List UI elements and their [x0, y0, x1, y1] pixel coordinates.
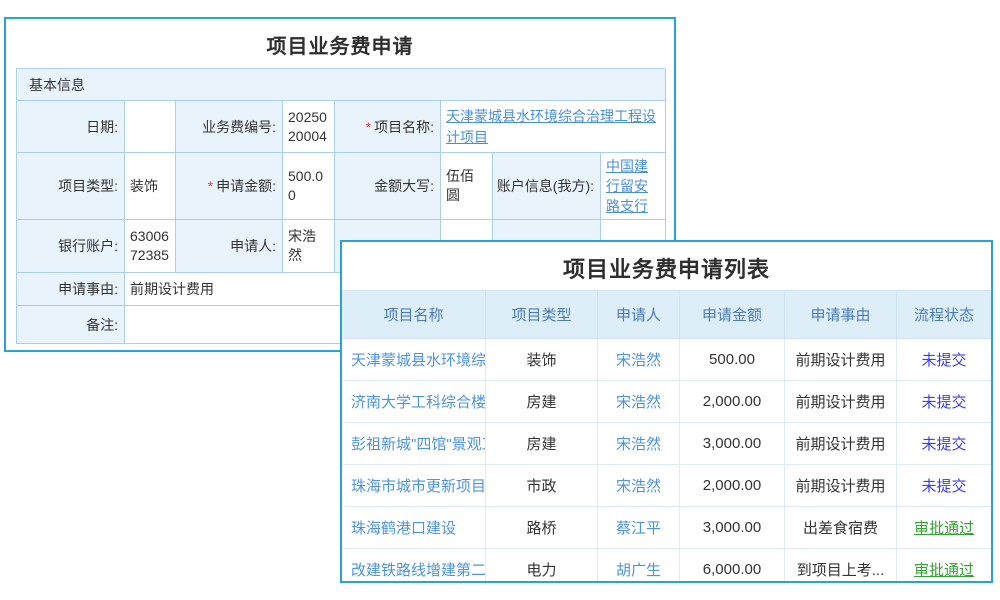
cell-amount: 2,000.00 [680, 381, 785, 422]
cell-applicant-link[interactable]: 胡广生 [598, 549, 680, 583]
cell-amount: 3,000.00 [680, 507, 785, 548]
cell-project-type: 房建 [486, 381, 598, 422]
application-list-panel: 项目业务费申请列表 项目名称 项目类型 申请人 申请金额 申请事由 流程状态 天… [340, 240, 993, 583]
table-row: 彭祖新城"四馆"景观工... 房建 宋浩然 3,000.00 前期设计费用 未提… [342, 422, 991, 464]
table-row: 珠海鹤港口建设 路桥 蔡江平 3,000.00 出差食宿费 审批通过 [342, 506, 991, 548]
cell-amount: 2,000.00 [680, 465, 785, 506]
required-mark: * [208, 178, 213, 194]
cell-amount: 6,000.00 [680, 549, 785, 583]
cell-project-name-link[interactable]: 改建铁路线增建第二... [342, 549, 486, 583]
column-header-project-name: 项目名称 [342, 291, 486, 338]
account-info-label: 账户信息(我方): [493, 153, 601, 220]
cell-applicant-link[interactable]: 宋浩然 [598, 339, 680, 380]
application-list-table: 项目名称 项目类型 申请人 申请金额 申请事由 流程状态 天津蒙城县水环境综..… [342, 290, 991, 583]
cell-project-type: 路桥 [486, 507, 598, 548]
project-name-label-text: 项目名称: [374, 117, 434, 137]
cell-project-name-link[interactable]: 天津蒙城县水环境综... [342, 339, 486, 380]
cell-reason: 到项目上考... [785, 549, 897, 583]
table-header-row: 项目名称 项目类型 申请人 申请金额 申请事由 流程状态 [342, 290, 991, 338]
table-row: 天津蒙城县水环境综... 装饰 宋浩然 500.00 前期设计费用 未提交 [342, 338, 991, 380]
cell-project-name-link[interactable]: 济南大学工科综合楼... [342, 381, 486, 422]
account-info-link[interactable]: 中国建行留安路支行 [606, 156, 660, 217]
cell-applicant-link[interactable]: 蔡江平 [598, 507, 680, 548]
amount-label-text: 申请金额: [216, 176, 276, 196]
cell-applicant-link[interactable]: 宋浩然 [598, 381, 680, 422]
applicant-label: 申请人: [176, 220, 283, 273]
table-row: 珠海市城市更新项目... 市政 宋浩然 2,000.00 前期设计费用 未提交 [342, 464, 991, 506]
form-title: 项目业务费申请 [6, 19, 674, 59]
cell-project-name-link[interactable]: 珠海鹤港口建设 [342, 507, 486, 548]
bank-account-label: 银行账户: [17, 220, 125, 273]
cell-project-name-link[interactable]: 珠海市城市更新项目... [342, 465, 486, 506]
remark-label: 备注: [17, 306, 125, 344]
table-row: 改建铁路线增建第二... 电力 胡广生 6,000.00 到项目上考... 审批… [342, 548, 991, 583]
fee-number-label: 业务费编号: [176, 101, 283, 153]
column-header-project-type: 项目类型 [486, 291, 598, 338]
list-title: 项目业务费申请列表 [342, 242, 991, 284]
cell-amount: 500.00 [680, 339, 785, 380]
cell-applicant-link[interactable]: 宋浩然 [598, 465, 680, 506]
cell-project-type: 电力 [486, 549, 598, 583]
fee-number-value: 2025020004 [283, 101, 335, 153]
project-name-cell: 天津蒙城县水环境综合治理工程设计项目 [441, 101, 666, 153]
applicant-value: 宋浩然 [283, 220, 335, 273]
cell-project-type: 市政 [486, 465, 598, 506]
cell-status-link[interactable]: 审批通过 [897, 549, 991, 583]
column-header-status: 流程状态 [897, 291, 991, 338]
cell-reason: 前期设计费用 [785, 465, 897, 506]
column-header-amount: 申请金额 [680, 291, 785, 338]
project-type-value: 装饰 [125, 153, 176, 220]
cell-status-link[interactable]: 未提交 [897, 423, 991, 464]
required-mark: * [366, 119, 371, 135]
cell-reason: 前期设计费用 [785, 423, 897, 464]
basic-info-section-header: 基本信息 [17, 69, 666, 101]
amount-words-label: 金额大写: [335, 153, 441, 220]
cell-status-link[interactable]: 未提交 [897, 381, 991, 422]
cell-reason: 出差食宿费 [785, 507, 897, 548]
cell-project-type: 房建 [486, 423, 598, 464]
cell-reason: 前期设计费用 [785, 381, 897, 422]
amount-label: *申请金额: [176, 153, 283, 220]
reason-label: 申请事由: [17, 273, 125, 306]
cell-status-link[interactable]: 未提交 [897, 465, 991, 506]
column-header-applicant: 申请人 [598, 291, 680, 338]
amount-words-value: 伍佰圆 [441, 153, 493, 220]
cell-applicant-link[interactable]: 宋浩然 [598, 423, 680, 464]
bank-account-value: 6300672385 [125, 220, 176, 273]
project-name-label: *项目名称: [335, 101, 441, 153]
cell-project-type: 装饰 [486, 339, 598, 380]
table-row: 济南大学工科综合楼... 房建 宋浩然 2,000.00 前期设计费用 未提交 [342, 380, 991, 422]
date-label: 日期: [17, 101, 125, 153]
cell-status-link[interactable]: 未提交 [897, 339, 991, 380]
cell-status-link[interactable]: 审批通过 [897, 507, 991, 548]
amount-value: 500.00 [283, 153, 335, 220]
cell-reason: 前期设计费用 [785, 339, 897, 380]
list-table-body: 天津蒙城县水环境综... 装饰 宋浩然 500.00 前期设计费用 未提交 济南… [342, 338, 991, 583]
project-type-label: 项目类型: [17, 153, 125, 220]
account-info-cell: 中国建行留安路支行 [601, 153, 666, 220]
date-value [125, 101, 176, 153]
cell-amount: 3,000.00 [680, 423, 785, 464]
cell-project-name-link[interactable]: 彭祖新城"四馆"景观工... [342, 423, 486, 464]
project-name-link[interactable]: 天津蒙城县水环境综合治理工程设计项目 [446, 106, 660, 147]
column-header-reason: 申请事由 [785, 291, 897, 338]
